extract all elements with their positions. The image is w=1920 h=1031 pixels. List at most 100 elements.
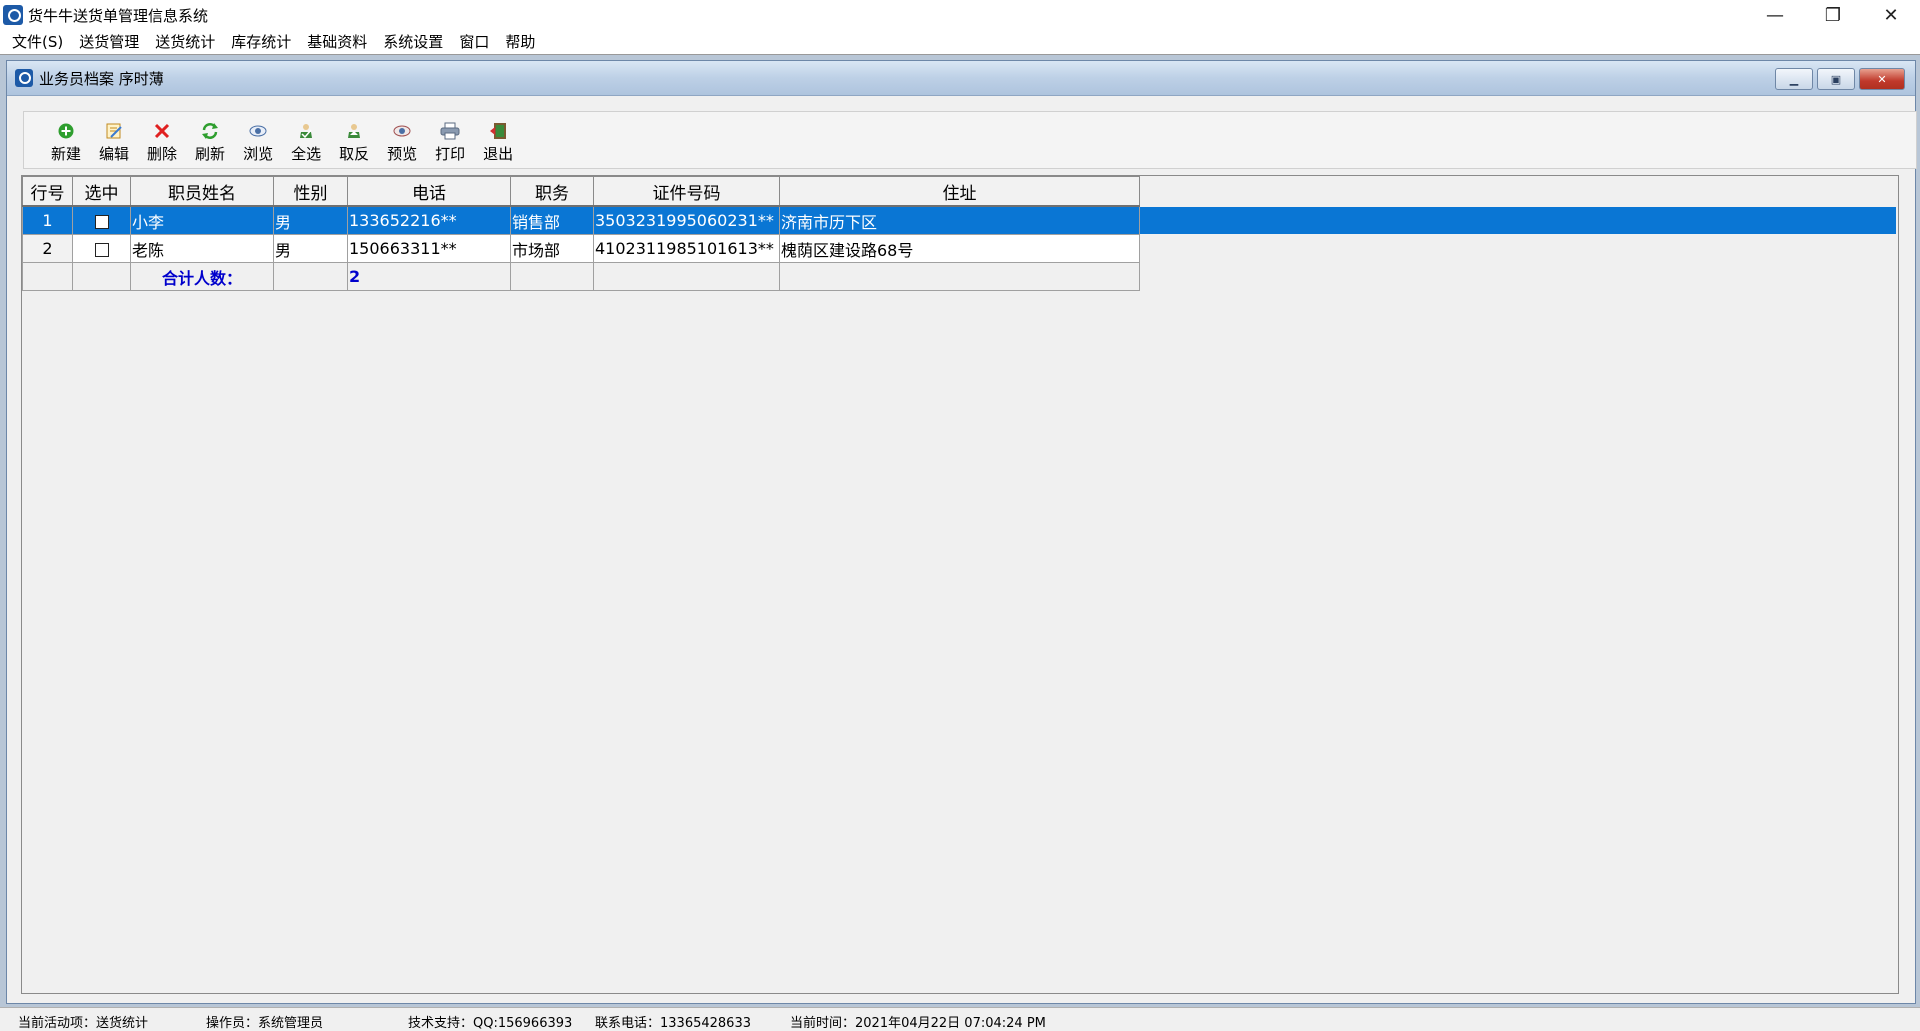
print-button[interactable]: 打印 (426, 112, 474, 168)
total-count-label: 合计人数： (130, 262, 274, 291)
child-close-button[interactable]: ✕ (1859, 68, 1905, 90)
name-cell[interactable]: 小李 (130, 205, 274, 235)
app-title: 货牛牛送货单管理信息系统 (28, 6, 209, 25)
printer-icon (440, 121, 460, 141)
delete-label: 删除 (147, 145, 178, 163)
column-header-selected[interactable]: 选中 (72, 176, 131, 207)
total-row: 合计人数： 2 (22, 262, 1140, 291)
select-all-icon (296, 121, 316, 141)
total-empty-cell (510, 262, 594, 291)
row-number-cell: 2 (22, 234, 73, 263)
exit-button[interactable]: 退出 (474, 112, 522, 168)
menu-delivery-statistics[interactable]: 送货统计 (147, 30, 223, 54)
invert-selection-label: 取反 (339, 145, 370, 163)
menu-system-settings[interactable]: 系统设置 (375, 30, 451, 54)
column-header-phone[interactable]: 电话 (347, 176, 511, 207)
id-number-cell[interactable]: 4102311985101613** (593, 234, 780, 263)
preview-label: 预览 (387, 145, 418, 163)
row-checkbox-cell[interactable] (72, 205, 131, 235)
address-cell[interactable]: 槐荫区建设路68号 (779, 234, 1140, 263)
edit-button[interactable]: 编辑 (90, 112, 138, 168)
refresh-label: 刷新 (195, 145, 226, 163)
column-header-gender[interactable]: 性别 (273, 176, 348, 207)
total-empty-cell (72, 262, 131, 291)
exit-label: 退出 (483, 145, 514, 163)
row-checkbox[interactable] (94, 242, 109, 257)
child-window-title: 业务员档案 序时薄 (39, 69, 164, 88)
row-checkbox[interactable] (94, 214, 109, 229)
total-empty-cell (593, 262, 780, 291)
refresh-icon (200, 121, 220, 141)
child-restore-button[interactable]: ▣ (1817, 68, 1855, 90)
row-number-cell: 1 (22, 205, 73, 235)
name-cell[interactable]: 老陈 (130, 234, 274, 263)
column-header-name[interactable]: 职员姓名 (130, 176, 274, 207)
close-button[interactable]: ✕ (1862, 0, 1920, 30)
position-cell[interactable]: 销售部 (510, 205, 594, 235)
app-logo-icon (3, 5, 23, 25)
total-empty-cell (273, 262, 348, 291)
child-window-controls: ▁ ▣ ✕ (1775, 68, 1905, 90)
staff-grid[interactable]: 行号 选中 职员姓名 性别 电话 职务 证件号码 住址 1 小李 男 13365… (21, 175, 1899, 994)
position-cell[interactable]: 市场部 (510, 234, 594, 263)
print-label: 打印 (435, 145, 466, 163)
address-cell[interactable]: 济南市历下区 (779, 205, 1140, 235)
delete-button[interactable]: 删除 (138, 112, 186, 168)
edit-icon (104, 121, 124, 141)
new-label: 新建 (51, 145, 82, 163)
status-tech-support: 技术支持：QQ:156966393 (408, 1016, 573, 1031)
toolbar: 新建 编辑 删除 刷新 浏览 全选 取反 预览 打印 退出 (23, 111, 1917, 169)
eye-icon (248, 121, 268, 141)
status-operator: 操作员：系统管理员 (206, 1016, 324, 1031)
table-row[interactable]: 1 小李 男 133652216** 销售部 3503231995060231*… (22, 205, 1140, 235)
phone-cell[interactable]: 133652216** (347, 205, 511, 235)
invert-icon (344, 121, 364, 141)
table-header-row: 行号 选中 职员姓名 性别 电话 职务 证件号码 住址 (22, 176, 1140, 207)
refresh-button[interactable]: 刷新 (186, 112, 234, 168)
app-titlebar: 货牛牛送货单管理信息系统 — ❐ ✕ (0, 0, 1920, 30)
total-count-value: 2 (347, 262, 511, 291)
browse-label: 浏览 (243, 145, 274, 163)
child-minimize-button[interactable]: ▁ (1775, 68, 1813, 90)
column-header-position[interactable]: 职务 (510, 176, 594, 207)
id-number-cell[interactable]: 3503231995060231** (593, 205, 780, 235)
window-controls: — ❐ ✕ (1746, 0, 1920, 30)
menu-delivery-management[interactable]: 送货管理 (71, 30, 147, 54)
add-icon (56, 121, 76, 141)
minimize-button[interactable]: — (1746, 0, 1804, 30)
menu-file[interactable]: 文件(S) (4, 30, 71, 54)
staff-table: 行号 选中 职员姓名 性别 电话 职务 证件号码 住址 1 小李 男 13365… (22, 176, 1140, 291)
menu-help[interactable]: 帮助 (497, 30, 543, 54)
mdi-client-area: 业务员档案 序时薄 ▁ ▣ ✕ 新建 编辑 删除 刷新 浏览 全选 取反 预览 … (0, 55, 1920, 1007)
staff-records-window: 业务员档案 序时薄 ▁ ▣ ✕ 新建 编辑 删除 刷新 浏览 全选 取反 预览 … (6, 60, 1917, 1004)
select-all-button[interactable]: 全选 (282, 112, 330, 168)
menu-bar: 文件(S) 送货管理 送货统计 库存统计 基础资料 系统设置 窗口 帮助 (0, 30, 1920, 55)
preview-button[interactable]: 预览 (378, 112, 426, 168)
total-empty-cell (779, 262, 1140, 291)
menu-inventory-statistics[interactable]: 库存统计 (223, 30, 299, 54)
delete-icon (152, 121, 172, 141)
select-all-label: 全选 (291, 145, 322, 163)
restore-button[interactable]: ❐ (1804, 0, 1862, 30)
column-header-address[interactable]: 住址 (779, 176, 1140, 207)
gender-cell[interactable]: 男 (273, 234, 348, 263)
gender-cell[interactable]: 男 (273, 205, 348, 235)
status-contact-phone: 联系电话：13365428633 (595, 1016, 751, 1031)
column-header-row-no[interactable]: 行号 (22, 176, 73, 207)
menu-window[interactable]: 窗口 (451, 30, 497, 54)
column-header-id-number[interactable]: 证件号码 (593, 176, 780, 207)
child-window-icon (15, 69, 33, 87)
child-window-titlebar[interactable]: 业务员档案 序时薄 ▁ ▣ ✕ (7, 61, 1915, 96)
total-empty-cell (22, 262, 73, 291)
new-button[interactable]: 新建 (42, 112, 90, 168)
browse-button[interactable]: 浏览 (234, 112, 282, 168)
preview-icon (392, 121, 412, 141)
table-row[interactable]: 2 老陈 男 150663311** 市场部 4102311985101613*… (22, 234, 1140, 263)
phone-cell[interactable]: 150663311** (347, 234, 511, 263)
menu-basic-data[interactable]: 基础资料 (299, 30, 375, 54)
exit-icon (488, 121, 508, 141)
status-current-time: 当前时间：2021年04月22日 07:04:24 PM (790, 1016, 1046, 1031)
row-checkbox-cell[interactable] (72, 234, 131, 263)
invert-selection-button[interactable]: 取反 (330, 112, 378, 168)
edit-label: 编辑 (99, 145, 130, 163)
